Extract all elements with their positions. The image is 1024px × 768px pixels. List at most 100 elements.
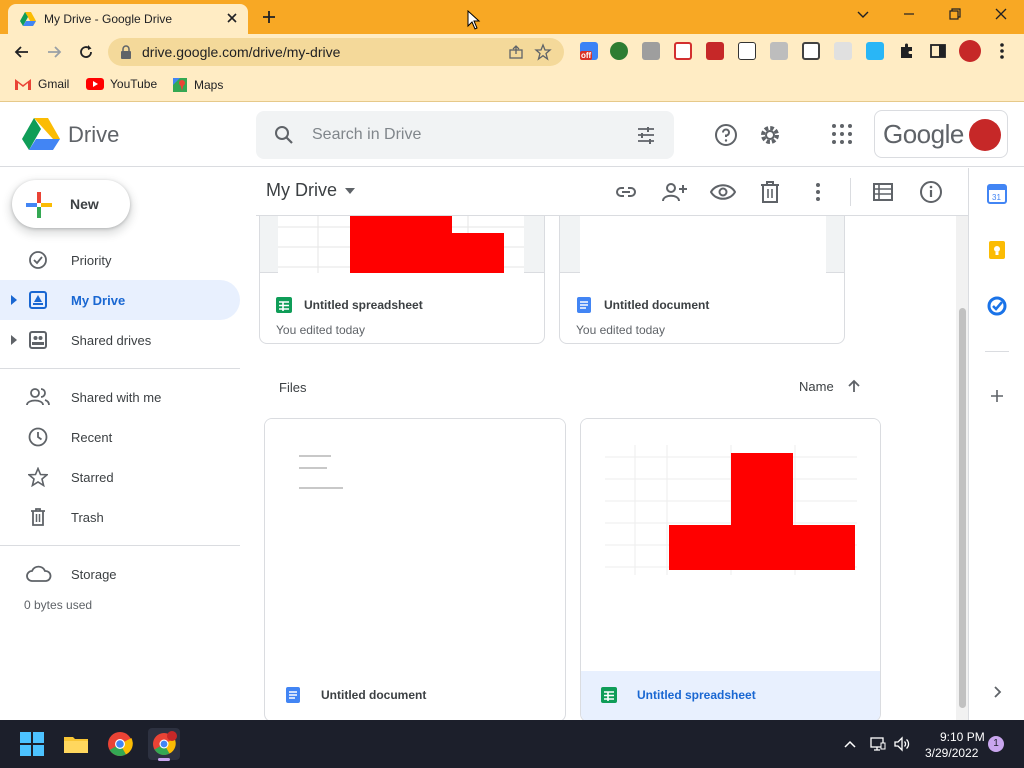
chrome-icon[interactable] <box>104 728 136 760</box>
shared-drives-icon <box>28 330 48 350</box>
extension-m-icon[interactable] <box>642 42 660 60</box>
thumbnail-sheet <box>605 445 857 575</box>
chrome-menu-icon[interactable] <box>994 42 1010 60</box>
extension-clip-icon[interactable] <box>674 42 692 60</box>
clock-date[interactable]: 3/29/2022 <box>925 746 978 760</box>
remove-trash-icon[interactable] <box>759 180 781 204</box>
side-panel-icon[interactable] <box>929 42 947 60</box>
address-bar[interactable]: drive.google.com/drive/my-drive <box>108 38 564 66</box>
search-bar[interactable]: Search in Drive <box>256 111 674 159</box>
tab-search-chevron-icon[interactable] <box>855 6 871 22</box>
star-icon <box>28 467 48 487</box>
keep-icon[interactable] <box>987 240 1007 260</box>
drive-logo-icon[interactable] <box>22 117 60 151</box>
file-card-document[interactable]: Untitled document <box>264 418 566 720</box>
drive-favicon-icon <box>20 11 36 27</box>
add-addon-icon[interactable] <box>987 386 1007 406</box>
chrome-profile-active-icon[interactable] <box>148 728 180 761</box>
new-plus-icon <box>26 192 52 218</box>
clock-time[interactable]: 9:10 PM <box>940 730 985 744</box>
calendar-icon[interactable]: 31 <box>987 184 1007 204</box>
extension-cloud-icon[interactable] <box>866 42 884 60</box>
extensions-puzzle-icon[interactable] <box>898 42 916 60</box>
bookmark-gmail[interactable]: Gmail <box>14 77 69 91</box>
get-link-icon[interactable] <box>614 180 638 204</box>
extension-coupon-icon[interactable]: off <box>580 42 598 60</box>
search-options-icon[interactable] <box>636 125 656 145</box>
extension-pocket-icon[interactable] <box>802 42 820 60</box>
extension-shield-icon[interactable] <box>706 42 724 60</box>
extension-globe-icon[interactable] <box>610 42 628 60</box>
forward-icon[interactable] <box>44 42 64 62</box>
help-icon[interactable] <box>714 123 738 147</box>
list-view-icon[interactable] <box>871 180 895 204</box>
svg-text:31: 31 <box>992 193 1001 202</box>
sidebar-item-shared-with-me[interactable]: Shared with me <box>0 377 240 417</box>
bookmark-label: YouTube <box>110 77 158 91</box>
apps-grid-icon[interactable] <box>831 123 853 145</box>
bookmark-star-icon[interactable] <box>534 43 552 61</box>
url-text[interactable]: drive.google.com/drive/my-drive <box>142 44 340 60</box>
sidebar-item-starred[interactable]: Starred <box>0 457 240 497</box>
profile-avatar[interactable] <box>959 40 981 62</box>
sort-ascending-arrow-icon[interactable] <box>846 378 862 394</box>
preview-eye-icon[interactable] <box>710 180 736 204</box>
breadcrumb[interactable]: My Drive <box>266 180 355 201</box>
volume-icon[interactable] <box>893 735 911 753</box>
new-button[interactable]: New <box>12 180 130 228</box>
bookmark-label: Gmail <box>38 77 70 91</box>
expand-panel-chevron-icon[interactable] <box>987 682 1007 702</box>
extension-cup-icon[interactable] <box>834 42 852 60</box>
details-info-icon[interactable] <box>919 180 943 204</box>
gmail-icon <box>14 77 32 91</box>
expand-caret-icon[interactable] <box>11 335 17 345</box>
reload-icon[interactable] <box>76 42 96 62</box>
account-switcher[interactable]: Google <box>874 110 1008 158</box>
back-icon[interactable] <box>12 42 32 62</box>
main-scrollbar[interactable] <box>956 168 968 720</box>
sidebar-item-shared-drives[interactable]: Shared drives <box>0 320 240 360</box>
sidebar-item-my-drive[interactable]: My Drive <box>0 280 240 320</box>
restore-icon[interactable] <box>947 6 963 22</box>
show-hidden-icons-chevron-icon[interactable] <box>842 736 858 752</box>
tasks-icon[interactable] <box>987 296 1007 316</box>
account-avatar[interactable] <box>969 119 1001 151</box>
sort-by-name-button[interactable]: Name <box>799 379 834 394</box>
sidebar-item-label: Priority <box>71 253 112 268</box>
file-explorer-icon[interactable] <box>60 728 92 760</box>
extension-window-icon[interactable] <box>770 42 788 60</box>
caret-down-icon[interactable] <box>345 187 355 194</box>
bookmark-youtube[interactable]: YouTube <box>86 77 157 91</box>
browser-tab[interactable]: My Drive - Google Drive <box>8 4 248 34</box>
close-window-icon[interactable] <box>993 6 1009 22</box>
settings-gear-icon[interactable] <box>758 123 782 147</box>
breadcrumb-current[interactable]: My Drive <box>266 180 337 201</box>
lock-icon[interactable] <box>120 45 132 59</box>
windows-start-icon[interactable] <box>16 728 48 760</box>
minimize-icon[interactable] <box>901 6 917 22</box>
sidebar-item-label: Storage <box>71 567 117 582</box>
more-actions-icon[interactable] <box>812 180 824 204</box>
sidebar-item-priority[interactable]: Priority <box>0 240 240 280</box>
sidebar-item-storage[interactable]: Storage <box>0 554 240 594</box>
bookmark-maps[interactable]: Maps <box>172 77 223 93</box>
sidebar-item-trash[interactable]: Trash <box>0 497 240 537</box>
network-icon[interactable] <box>869 735 887 753</box>
tab-close-icon[interactable] <box>224 10 240 26</box>
search-icon[interactable] <box>274 125 294 145</box>
share-person-icon[interactable] <box>662 180 688 204</box>
notification-badge[interactable]: 1 <box>988 736 1004 752</box>
sidebar-item-recent[interactable]: Recent <box>0 417 240 457</box>
sheets-file-icon <box>601 687 617 703</box>
new-tab-icon[interactable] <box>260 8 278 26</box>
app-name[interactable]: Drive <box>68 122 119 148</box>
scrollbar-thumb[interactable] <box>959 308 966 708</box>
os-taskbar: 9:10 PM 3/29/2022 1 <box>0 720 1024 768</box>
extension-a-icon[interactable] <box>738 42 756 60</box>
toolbar-separator <box>850 178 851 206</box>
search-input[interactable]: Search in Drive <box>312 126 421 144</box>
file-card-spreadsheet[interactable]: Untitled spreadsheet <box>580 418 881 720</box>
share-icon[interactable] <box>508 44 524 60</box>
expand-caret-icon[interactable] <box>11 295 17 305</box>
tab-title: My Drive - Google Drive <box>44 12 173 26</box>
